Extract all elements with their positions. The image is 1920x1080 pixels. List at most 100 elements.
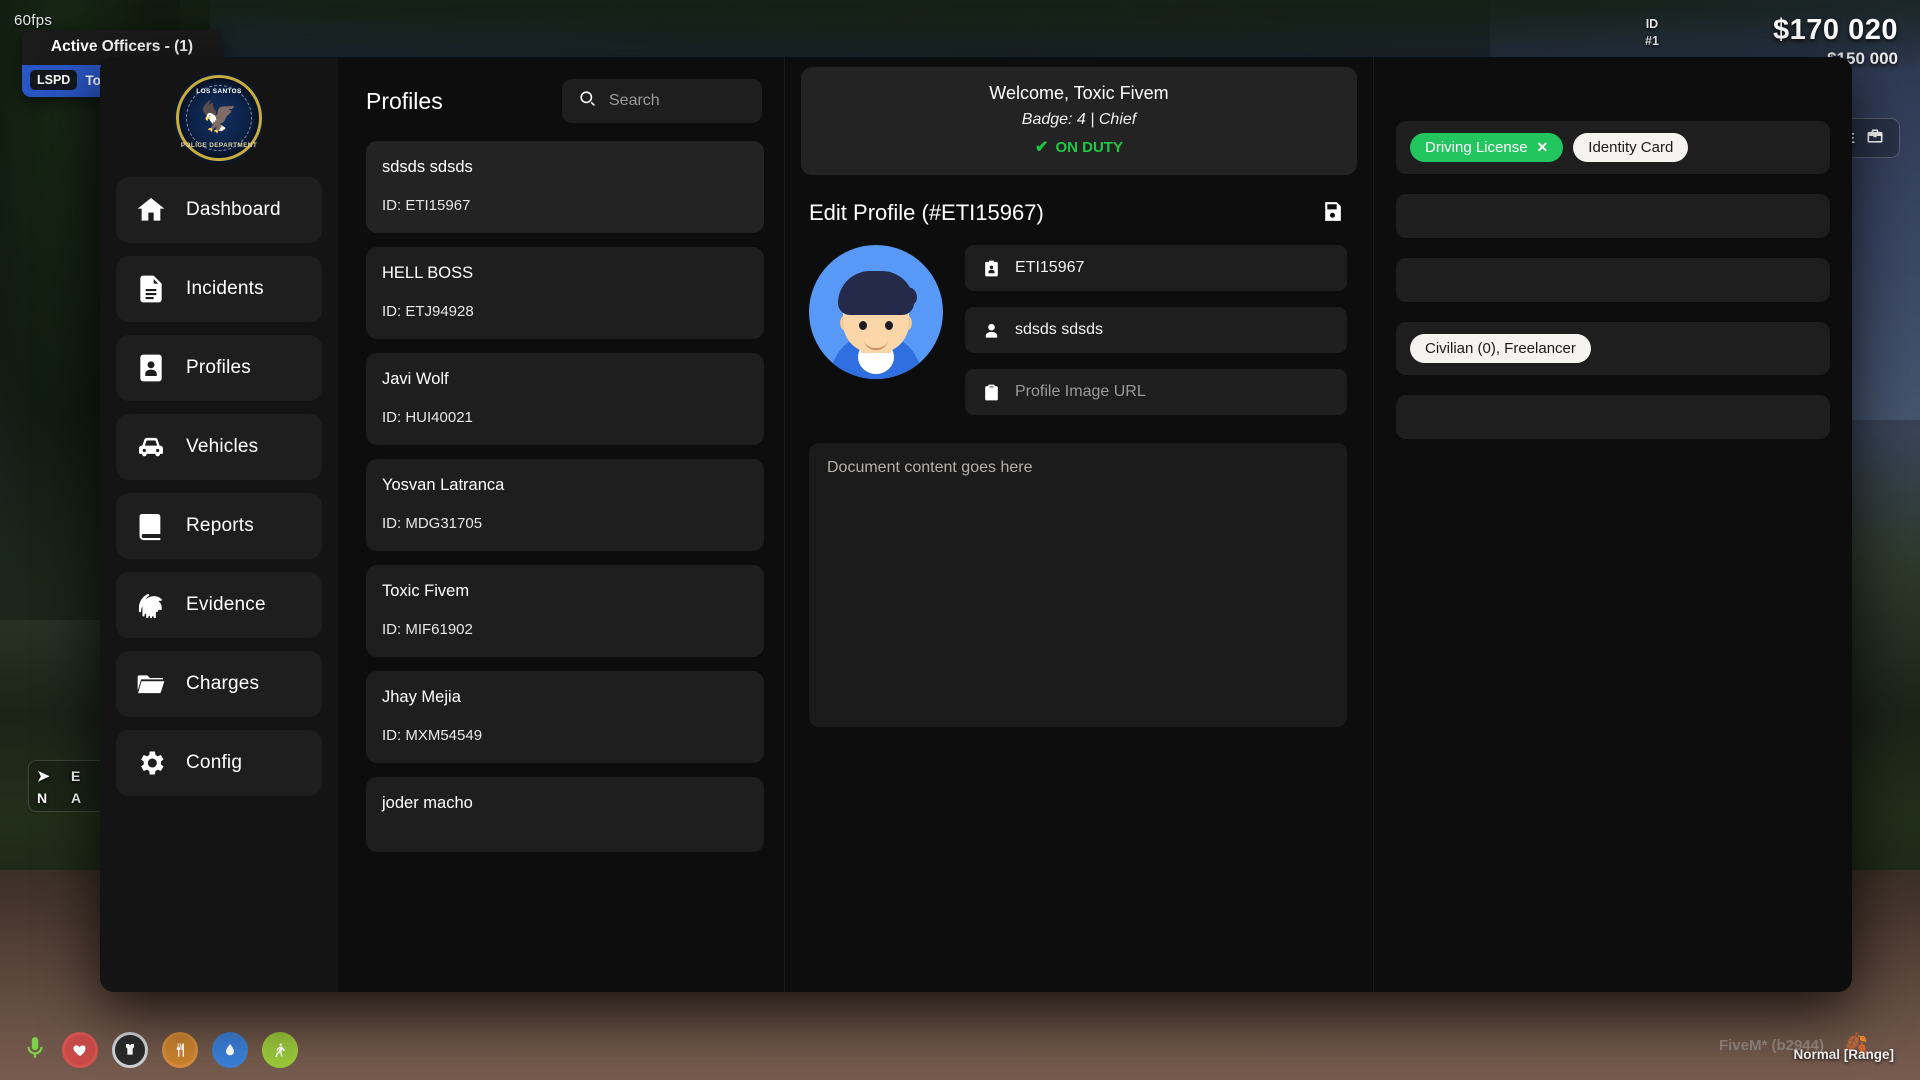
edit-profile-body bbox=[785, 245, 1373, 415]
sidebar-label-config: Config bbox=[186, 752, 242, 774]
field-profile-image-url[interactable] bbox=[965, 369, 1347, 415]
sidebar-label-profiles: Profiles bbox=[186, 357, 251, 379]
search-input[interactable] bbox=[609, 92, 746, 110]
licenses-box: Driving License ✕ Identity Card bbox=[1396, 121, 1830, 174]
lspd-logo-wrapper: LOS SANTOS 🦅 POLICE DEPARTMENT bbox=[116, 67, 322, 177]
sidebar-label-dashboard: Dashboard bbox=[186, 199, 281, 221]
document-textarea[interactable] bbox=[827, 459, 1329, 711]
profiles-title: Profiles bbox=[366, 88, 443, 115]
empty-box-3[interactable] bbox=[1396, 395, 1830, 439]
document-icon bbox=[134, 272, 168, 306]
sidebar-label-reports: Reports bbox=[186, 515, 254, 537]
list-item[interactable]: Javi Wolf ID: HUI40021 bbox=[366, 353, 764, 445]
avatar-hair bbox=[838, 271, 914, 315]
avatar bbox=[809, 245, 943, 379]
edit-profile-header: Edit Profile (#ETI15967) bbox=[785, 191, 1373, 245]
job-chip-label: Civilian (0), Freelancer bbox=[1425, 340, 1576, 357]
document-area[interactable] bbox=[809, 443, 1347, 727]
profile-id: ID: HUI40021 bbox=[382, 409, 748, 426]
list-item[interactable]: sdsds sdsds ID: ETI15967 bbox=[366, 141, 764, 233]
eagle-icon: 🦅 bbox=[200, 103, 237, 133]
edit-fields bbox=[965, 245, 1347, 415]
license-label: Identity Card bbox=[1588, 139, 1673, 156]
welcome-text: Welcome, Toxic Fivem bbox=[821, 83, 1337, 104]
gear-icon bbox=[134, 746, 168, 780]
sidebar-item-profiles[interactable]: Profiles bbox=[116, 335, 322, 401]
sidebar-label-incidents: Incidents bbox=[186, 278, 264, 300]
clipboard-icon bbox=[981, 382, 1001, 402]
empty-box-2[interactable] bbox=[1396, 258, 1830, 302]
profile-name: Yosvan Latranca bbox=[382, 476, 748, 495]
folder-icon bbox=[134, 667, 168, 701]
sidebar-item-incidents[interactable]: Incidents bbox=[116, 256, 322, 322]
profile-name-input[interactable] bbox=[1015, 321, 1331, 339]
profile-name: Javi Wolf bbox=[382, 370, 748, 389]
profiles-list[interactable]: sdsds sdsds ID: ETI15967 HELL BOSS ID: E… bbox=[352, 141, 774, 982]
home-icon bbox=[134, 193, 168, 227]
search-box[interactable] bbox=[562, 79, 762, 123]
field-profile-name[interactable] bbox=[965, 307, 1347, 353]
profile-id: ID: ETI15967 bbox=[382, 197, 748, 214]
duty-status: ✔ ON DUTY bbox=[821, 137, 1337, 157]
avatar-eye-left bbox=[859, 321, 867, 330]
save-icon bbox=[1320, 212, 1345, 227]
profiles-header: Profiles bbox=[352, 73, 774, 141]
profile-image-url-input[interactable] bbox=[1015, 383, 1331, 401]
job-chip[interactable]: Civilian (0), Freelancer bbox=[1410, 334, 1591, 363]
sidebar-item-config[interactable]: Config bbox=[116, 730, 322, 796]
status-hud bbox=[22, 1032, 298, 1068]
fingerprint-icon bbox=[134, 588, 168, 622]
id-card-icon bbox=[134, 351, 168, 385]
player-id-hud: ID #1 bbox=[1645, 16, 1659, 50]
field-profile-id[interactable] bbox=[965, 245, 1347, 291]
profile-name: joder macho bbox=[382, 794, 748, 813]
list-item[interactable]: joder macho bbox=[366, 777, 764, 852]
mdt-window: LOS SANTOS 🦅 POLICE DEPARTMENT Dashboard… bbox=[100, 57, 1852, 992]
list-item[interactable]: HELL BOSS ID: ETJ94928 bbox=[366, 247, 764, 339]
profile-id: ID: MIF61902 bbox=[382, 621, 748, 638]
welcome-banner: Welcome, Toxic Fivem Badge: 4 | Chief ✔ … bbox=[801, 67, 1357, 175]
thirst-icon bbox=[212, 1032, 248, 1068]
lspd-seal-logo: LOS SANTOS 🦅 POLICE DEPARTMENT bbox=[176, 75, 262, 161]
sidebar-item-charges[interactable]: Charges bbox=[116, 651, 322, 717]
right-column: Driving License ✕ Identity Card Civilian… bbox=[1374, 57, 1852, 992]
list-item[interactable]: Toxic Fivem ID: MIF61902 bbox=[366, 565, 764, 657]
sidebar-item-vehicles[interactable]: Vehicles bbox=[116, 414, 322, 480]
profile-name: Toxic Fivem bbox=[382, 582, 748, 601]
range-label: Normal [Range] bbox=[1793, 1047, 1894, 1062]
profile-name: sdsds sdsds bbox=[382, 158, 748, 177]
briefcase-icon bbox=[1865, 126, 1885, 150]
compass-arrow: ➤ bbox=[37, 767, 63, 785]
duty-status-label: ON DUTY bbox=[1055, 139, 1123, 156]
player-id-value: #1 bbox=[1645, 33, 1659, 50]
list-item[interactable]: Jhay Mejia ID: MXM54549 bbox=[366, 671, 764, 763]
sidebar-label-evidence: Evidence bbox=[186, 594, 266, 616]
save-button[interactable] bbox=[1318, 197, 1347, 229]
stamina-icon bbox=[262, 1032, 298, 1068]
license-chip-identity[interactable]: Identity Card bbox=[1573, 133, 1688, 162]
microphone-icon bbox=[22, 1035, 48, 1066]
compass-sub-left: N bbox=[37, 790, 63, 806]
profile-name: Jhay Mejia bbox=[382, 688, 748, 707]
center-column: Welcome, Toxic Fivem Badge: 4 | Chief ✔ … bbox=[785, 57, 1374, 992]
sidebar-item-reports[interactable]: Reports bbox=[116, 493, 322, 559]
sidebar: LOS SANTOS 🦅 POLICE DEPARTMENT Dashboard… bbox=[100, 57, 338, 992]
avatar-eye-right bbox=[885, 321, 893, 330]
profile-id: ID: MXM54549 bbox=[382, 727, 748, 744]
license-chip-driving[interactable]: Driving License ✕ bbox=[1410, 133, 1563, 162]
seal-bottom-text: POLICE DEPARTMENT bbox=[179, 142, 259, 149]
list-item[interactable]: Yosvan Latranca ID: MDG31705 bbox=[366, 459, 764, 551]
empty-box-1[interactable] bbox=[1396, 194, 1830, 238]
sidebar-item-dashboard[interactable]: Dashboard bbox=[116, 177, 322, 243]
sidebar-item-evidence[interactable]: Evidence bbox=[116, 572, 322, 638]
profile-id-input[interactable] bbox=[1015, 259, 1331, 277]
sidebar-label-charges: Charges bbox=[186, 673, 259, 695]
badge-text: Badge: 4 | Chief bbox=[821, 111, 1337, 129]
person-icon bbox=[981, 320, 1001, 340]
fps-counter: 60fps bbox=[14, 12, 52, 29]
officer-dept-tag: LSPD bbox=[30, 70, 77, 90]
sidebar-label-vehicles: Vehicles bbox=[186, 436, 258, 458]
job-box: Civilian (0), Freelancer bbox=[1396, 322, 1830, 375]
close-icon[interactable]: ✕ bbox=[1537, 139, 1549, 156]
book-icon bbox=[134, 509, 168, 543]
